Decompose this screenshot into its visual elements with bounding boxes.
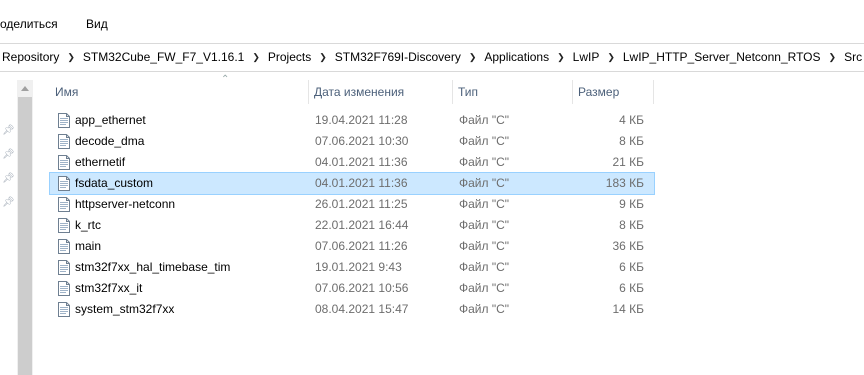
file-row[interactable]: fsdata_custom 04.01.2021 11:36 Файл "C" 183… (49, 172, 655, 195)
file-size: 14 КБ (612, 302, 644, 316)
file-type: Файл "C" (459, 218, 510, 232)
file-date: 19.04.2021 11:28 (315, 113, 408, 127)
c-source-file-icon (57, 134, 71, 149)
file-name: k_rtc (75, 218, 102, 232)
crumb-http-server[interactable]: LwIP_HTTP_Server_Netconn_RTOS (621, 50, 823, 64)
file-name: decode_dma (75, 134, 145, 148)
file-name: stm32f7xx_hal_timebase_tim (75, 260, 231, 274)
column-name[interactable]: Имя (50, 80, 309, 104)
crumb-projects[interactable]: Projects (266, 50, 313, 64)
file-date: 07.06.2021 10:30 (315, 134, 409, 148)
crumb-repository[interactable]: Repository (0, 50, 61, 64)
column-type[interactable]: Тип (453, 80, 573, 104)
file-size: 21 КБ (612, 155, 644, 169)
file-date: 08.04.2021 15:47 (315, 302, 409, 316)
file-size: 36 КБ (612, 239, 644, 253)
file-date: 26.01.2021 11:25 (315, 197, 408, 211)
column-header: ⌃ Имя Дата изменения Тип Размер (50, 74, 654, 104)
file-date: 22.01.2021 16:44 (315, 218, 409, 232)
file-row[interactable]: system_stm32f7xx 08.04.2021 15:47 Файл "C"… (50, 299, 654, 320)
menu-share[interactable]: оделиться (0, 17, 58, 31)
file-date: 04.01.2021 11:36 (315, 176, 408, 190)
file-type: Файл "C" (459, 155, 510, 169)
file-type: Файл "C" (459, 134, 510, 148)
pin-icon[interactable]: 📌︎ (2, 173, 15, 185)
breadcrumb: Repository ❯ STM32Cube_FW_F7_V1.16.1 ❯ P… (0, 50, 864, 64)
crumb-src[interactable]: Src (842, 50, 864, 64)
navigation-pane: 📌︎ 📌︎ 📌︎ 📌︎ (0, 72, 17, 375)
c-source-file-icon (57, 197, 71, 212)
c-source-file-icon (57, 260, 71, 275)
file-name: main (75, 239, 102, 253)
column-size[interactable]: Размер (573, 80, 654, 104)
file-list: app_ethernet 19.04.2021 11:28 Файл "C" 4 КБ… (49, 110, 655, 320)
file-row[interactable]: stm32f7xx_hal_timebase_tim 19.01.2021 9:4… (50, 257, 654, 278)
file-size: 8 КБ (619, 218, 644, 232)
c-source-file-icon (57, 113, 71, 128)
pin-icon[interactable]: 📌︎ (2, 197, 15, 209)
file-type: Файл "C" (459, 239, 510, 253)
file-row[interactable]: main 07.06.2021 11:26 Файл "C" 36 КБ (50, 236, 654, 257)
c-source-file-icon (57, 281, 71, 296)
file-type: Файл "C" (459, 260, 510, 274)
file-name: app_ethernet (75, 113, 146, 127)
crumb-board[interactable]: STM32F769I-Discovery (333, 50, 463, 64)
file-name: ethernetif (75, 155, 126, 169)
scroll-up-arrow-icon[interactable] (17, 80, 33, 96)
chevron-right-icon[interactable]: ❯ (463, 52, 483, 63)
crumb-lwip[interactable]: LwIP (571, 50, 602, 64)
pin-icon[interactable]: 📌︎ (2, 125, 15, 137)
c-source-file-icon (57, 302, 71, 317)
crumb-stm32cube[interactable]: STM32Cube_FW_F7_V1.16.1 (81, 50, 246, 64)
file-row[interactable]: stm32f7xx_it 07.06.2021 10:56 Файл "C" 6 КБ (50, 278, 654, 299)
file-type: Файл "C" (459, 281, 510, 295)
file-row[interactable]: app_ethernet 19.04.2021 11:28 Файл "C" 4 КБ (50, 110, 654, 131)
file-name: system_stm32f7xx (75, 302, 175, 316)
c-source-file-icon (57, 176, 71, 191)
file-row[interactable]: ethernetif 04.01.2021 11:36 Файл "C" 21 КБ (50, 152, 654, 173)
menu-bar: оделиться Вид (0, 0, 864, 42)
chevron-right-icon[interactable]: ❯ (551, 52, 571, 63)
file-row[interactable]: k_rtc 22.01.2021 16:44 Файл "C" 8 КБ (50, 215, 654, 236)
address-bar[interactable]: Repository ❯ STM32Cube_FW_F7_V1.16.1 ❯ P… (0, 43, 864, 72)
file-size: 183 КБ (605, 176, 644, 190)
file-size: 6 КБ (619, 260, 644, 274)
crumb-applications[interactable]: Applications (482, 50, 551, 64)
file-type: Файл "C" (459, 176, 510, 190)
chevron-right-icon[interactable]: ❯ (61, 52, 81, 63)
scrollbar-thumb[interactable] (18, 97, 32, 375)
menu-view[interactable]: Вид (86, 17, 108, 31)
file-type: Файл "C" (459, 302, 510, 316)
c-source-file-icon (57, 155, 71, 170)
file-size: 9 КБ (619, 197, 644, 211)
file-date: 07.06.2021 11:26 (315, 239, 408, 253)
file-size: 4 КБ (619, 113, 644, 127)
chevron-right-icon[interactable]: ❯ (246, 52, 266, 63)
file-row[interactable]: httpserver-netconn 26.01.2021 11:25 Файл "… (50, 194, 654, 215)
file-size: 8 КБ (619, 134, 644, 148)
file-row[interactable]: decode_dma 07.06.2021 10:30 Файл "C" 8 КБ (50, 131, 654, 152)
file-name: httpserver-netconn (75, 197, 176, 211)
c-source-file-icon (57, 218, 71, 233)
file-name: fsdata_custom (75, 176, 154, 190)
file-date: 19.01.2021 9:43 (315, 260, 402, 274)
file-name: stm32f7xx_it (75, 281, 143, 295)
file-date: 07.06.2021 10:56 (315, 281, 409, 295)
pin-icon[interactable]: 📌︎ (2, 149, 15, 161)
chevron-right-icon[interactable]: ❯ (313, 52, 333, 63)
chevron-right-icon[interactable]: ❯ (601, 52, 621, 63)
file-size: 6 КБ (619, 281, 644, 295)
file-date: 04.01.2021 11:36 (315, 155, 408, 169)
file-type: Файл "C" (459, 113, 510, 127)
vertical-scrollbar[interactable] (17, 80, 33, 375)
column-date[interactable]: Дата изменения (309, 80, 453, 104)
chevron-right-icon[interactable]: ❯ (823, 52, 843, 63)
c-source-file-icon (57, 239, 71, 254)
file-type: Файл "C" (459, 197, 510, 211)
